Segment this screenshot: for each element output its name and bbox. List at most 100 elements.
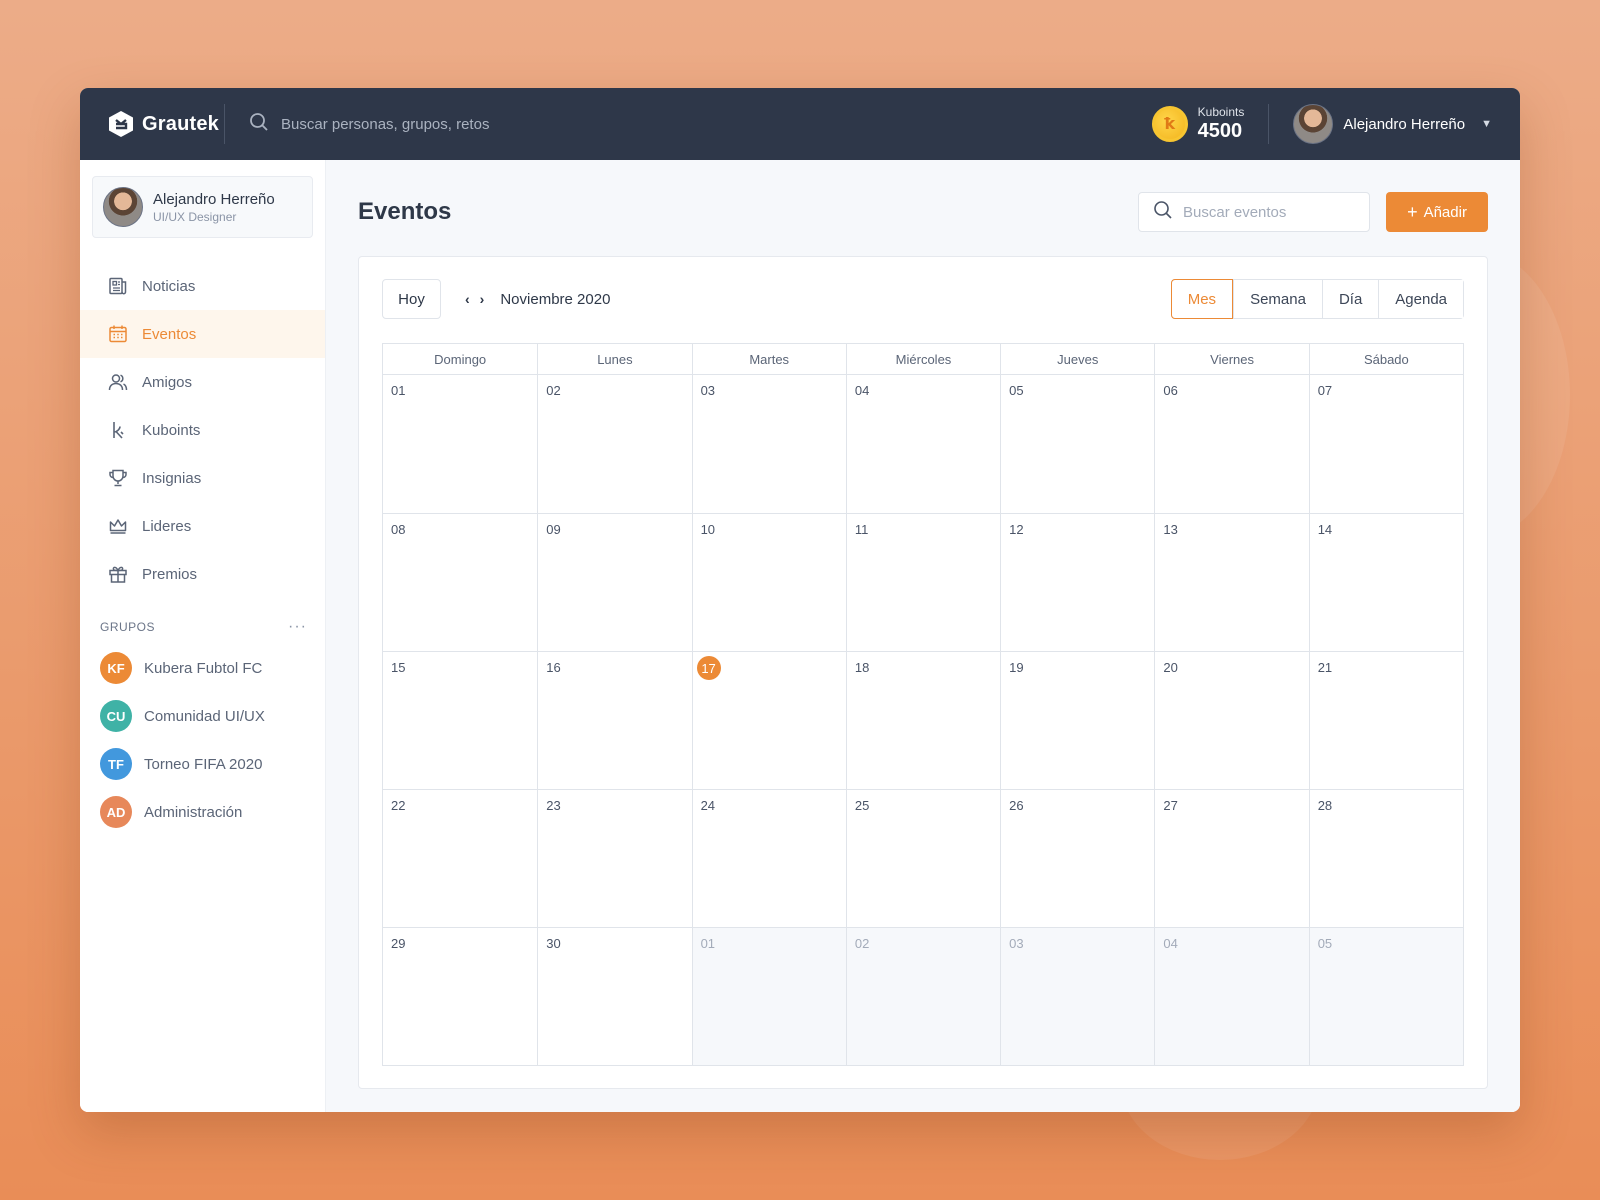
weekday-label: Sábado [1308,344,1463,374]
calendar-day-cell[interactable]: 27 [1154,790,1308,927]
sidebar-item-premios[interactable]: Premios [80,550,325,598]
calendar-day-number: 05 [1009,383,1024,398]
newspaper-icon [109,277,127,295]
view-day-button[interactable]: Día [1321,280,1379,318]
calendar-day-cell[interactable]: 02 [845,928,1001,1065]
calendar-day-cell[interactable]: 01 [691,928,846,1065]
group-item-administracion[interactable]: AD Administración [80,788,325,836]
view-switcher: Mes Semana Día Agenda [1170,279,1464,319]
kuboints-balance[interactable]: ꝁ Kuboints 4500 [1151,106,1244,142]
calendar-day-cell[interactable]: 26 [1000,790,1154,927]
group-item-torneo[interactable]: TF Torneo FIFA 2020 [80,740,325,788]
group-item-kubera[interactable]: KF Kubera Fubtol FC [80,644,325,692]
crown-icon [109,519,127,534]
calendar-week-row: 08 09 10 11 12 13 14 [383,513,1463,651]
calendar-day-number: 12 [1009,522,1024,537]
group-name: Kubera Fubtol FC [144,659,263,677]
calendar-day-cell[interactable]: 14 [1308,514,1463,651]
kuboints-icon [113,422,124,439]
page-title: Eventos [358,198,452,225]
calendar-day-cell[interactable]: 03 [691,375,846,513]
calendar-day-cell[interactable]: 11 [845,514,1000,651]
event-search-input[interactable] [1183,203,1353,221]
calendar-day-cell[interactable]: 20 [1154,652,1308,789]
logo-hexagon-icon [108,110,134,138]
calendar-day-cell[interactable]: 19 [1000,652,1154,789]
calendar-week-row: 29 30 01 02 03 04 05 [383,927,1463,1065]
event-search [1138,192,1370,232]
user-menu[interactable]: Alejandro Herreño ▼ [1268,104,1492,144]
calendar-day-number: 21 [1317,660,1333,675]
weekday-label: Miércoles [845,344,1000,374]
calendar-day-cell[interactable]: 08 [383,514,537,651]
calendar-day-cell[interactable]: 12 [1000,514,1154,651]
sidebar-item-eventos[interactable]: Eventos [80,310,325,358]
avatar [1293,104,1334,144]
calendar-day-cell[interactable]: 23 [537,790,691,927]
calendar-day-cell[interactable]: 30 [537,928,691,1065]
calendar-day-cell[interactable]: 24 [691,790,846,927]
calendar-day-number: 22 [391,798,406,813]
calendar-day-cell[interactable]: 01 [383,375,537,513]
calendar-day-cell[interactable]: 22 [383,790,537,927]
calendar-day-number: 02 [854,936,870,951]
calendar-day-number: 09 [546,522,561,537]
brand-logo[interactable]: Grautek [108,110,224,138]
add-event-button[interactable]: + Añadir [1386,192,1488,232]
calendar-day-cell[interactable]: 21 [1308,652,1463,789]
calendar-day-cell[interactable]: 03 [1000,928,1155,1065]
calendar-day-cell[interactable]: 13 [1154,514,1308,651]
kuboints-value: 4500 [1197,119,1243,142]
global-search-input[interactable] [281,115,641,133]
search-icon [1153,200,1173,225]
add-event-label: Añadir [1423,203,1467,221]
calendar-day-number: 01 [700,936,716,951]
brand-name: Grautek [142,112,219,135]
calendar-day-cell[interactable]: 17 [691,652,846,789]
sidebar-item-noticias[interactable]: Noticias [80,262,325,310]
calendar-day-number: 08 [391,522,406,537]
chevron-right-icon[interactable]: › [480,291,485,307]
view-agenda-button[interactable]: Agenda [1378,280,1463,318]
profile-card[interactable]: Alejandro Herreño UI/UX Designer [92,176,313,238]
calendar-day-cell[interactable]: 28 [1308,790,1463,927]
calendar-day-cell[interactable]: 25 [845,790,1000,927]
calendar-day-cell[interactable]: 18 [845,652,1000,789]
chevron-left-icon[interactable]: ‹ [465,291,470,307]
group-item-comunidad[interactable]: CU Comunidad UI/UX [80,692,325,740]
calendar-day-cell[interactable]: 05 [1308,928,1463,1065]
calendar-card: Hoy ‹ › Noviembre 2020 Mes Semana Día Ag… [358,256,1488,1089]
calendar-day-number: 20 [1163,660,1178,675]
more-options-icon[interactable]: ··· [288,618,307,636]
avatar [103,187,143,227]
weekday-label: Lunes [537,344,691,374]
calendar-day-cell[interactable]: 02 [537,375,691,513]
calendar-day-number: 11 [854,522,869,537]
calendar-day-cell[interactable]: 16 [537,652,691,789]
view-month-button[interactable]: Mes [1170,279,1234,319]
calendar-day-cell[interactable]: 09 [537,514,691,651]
sidebar-item-lideres[interactable]: Lideres [80,502,325,550]
calendar-day-cell[interactable]: 15 [383,652,537,789]
group-avatar: AD [100,796,132,828]
calendar-day-number: 19 [1009,660,1024,675]
calendar-day-cell[interactable]: 10 [691,514,846,651]
calendar-day-number: 04 [1163,936,1178,951]
today-button[interactable]: Hoy [382,279,441,319]
view-week-button[interactable]: Semana [1233,280,1322,318]
sidebar-item-insignias[interactable]: Insignias [80,454,325,502]
calendar-day-cell[interactable]: 04 [1154,928,1309,1065]
kuboints-coin-icon: ꝁ [1151,106,1188,142]
calendar-day-cell[interactable]: 05 [1000,375,1154,513]
sidebar-item-kuboints[interactable]: Kuboints [80,406,325,454]
calendar-day-number: 15 [391,660,406,675]
sidebar: Alejandro Herreño UI/UX Designer Noticia… [80,160,326,1112]
calendar-day-cell[interactable]: 07 [1308,375,1463,513]
calendar-day-number: 23 [546,798,561,813]
sidebar-item-label: Amigos [142,373,193,391]
calendar-day-cell[interactable]: 29 [383,928,537,1065]
calendar-day-cell[interactable]: 04 [845,375,1000,513]
calendar-day-cell[interactable]: 06 [1154,375,1308,513]
sidebar-item-amigos[interactable]: Amigos [80,358,325,406]
calendar-day-number: 26 [1009,798,1024,813]
